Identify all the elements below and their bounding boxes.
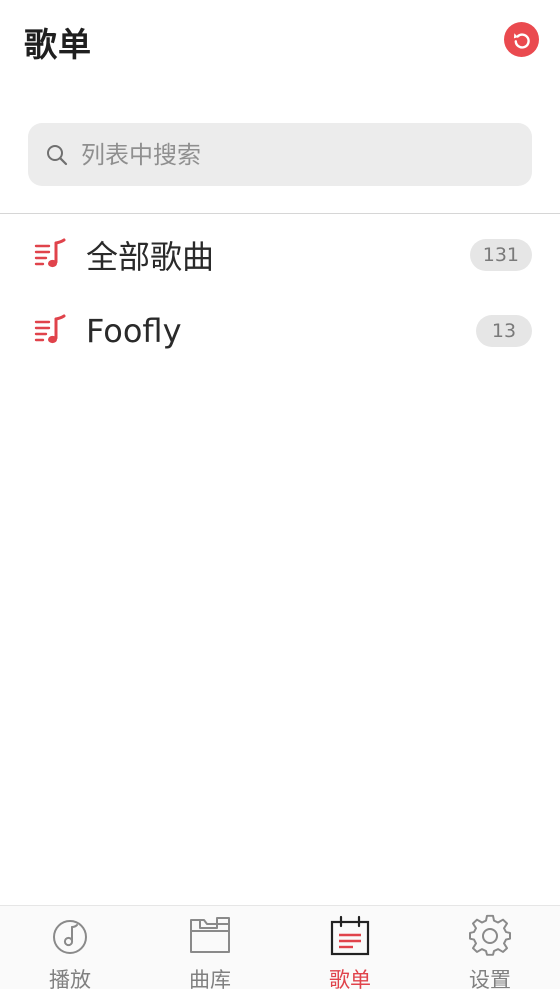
page-title: 歌单 — [24, 25, 92, 64]
playlist-calendar-icon — [328, 914, 372, 958]
tab-label: 播放 — [49, 968, 91, 989]
tab-label: 设置 — [469, 968, 511, 989]
tab-library[interactable]: 曲库 — [140, 906, 280, 989]
tab-play[interactable]: 播放 — [0, 906, 140, 989]
search-input[interactable] — [81, 134, 511, 175]
playlist-screen: 歌单 列表中搜索 全部歌曲 131 Foofly 13 播放 曲库 歌单 设置 — [0, 0, 560, 989]
divider — [0, 213, 560, 214]
search-box — [28, 123, 532, 186]
search-icon — [45, 143, 69, 167]
playlist-music-icon — [34, 314, 68, 348]
refresh-button[interactable] — [504, 22, 539, 57]
gear-icon — [468, 914, 512, 958]
playlist-item-foofly[interactable]: Foofly 13 — [0, 294, 560, 368]
playlist-name: Foofly — [86, 312, 182, 350]
tab-label: 曲库 — [189, 968, 231, 989]
folder-icon — [188, 914, 232, 958]
playlist-name: 全部歌曲 — [86, 238, 215, 276]
tab-playlists[interactable]: 歌单 — [280, 906, 420, 989]
playlist-count-badge: 131 — [469, 239, 532, 271]
playlist-music-icon — [34, 238, 68, 272]
tab-label: 歌单 — [329, 968, 371, 989]
playlist-count-badge: 13 — [476, 315, 532, 347]
bottom-tab-bar: 播放 曲库 歌单 设置 — [0, 905, 560, 989]
refresh-icon — [511, 29, 533, 51]
tab-settings[interactable]: 设置 — [420, 906, 560, 989]
playlist-item-all-songs[interactable]: 全部歌曲 131 — [0, 218, 560, 292]
music-disc-icon — [48, 914, 92, 958]
